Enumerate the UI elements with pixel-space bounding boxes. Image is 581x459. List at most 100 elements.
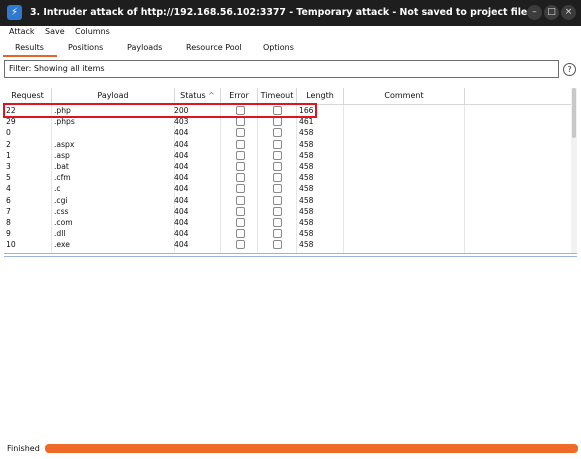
header-status-label: Status xyxy=(180,91,206,100)
error-checkbox[interactable] xyxy=(236,173,245,183)
cell-request: 1 xyxy=(6,150,11,160)
cell-request: 3 xyxy=(6,162,11,171)
timeout-checkbox[interactable] xyxy=(273,195,282,205)
tab-payloads[interactable]: Payloads xyxy=(127,43,162,52)
cell-length: 458 xyxy=(299,139,314,149)
request-response-pane xyxy=(4,257,577,437)
cell-status: 404 xyxy=(174,139,189,149)
cell-request: 4 xyxy=(6,184,11,194)
table-row[interactable]: 8 .com 404 458 xyxy=(4,217,571,228)
filter-label: Filter: Showing all items xyxy=(9,64,105,73)
cell-request: 9 xyxy=(6,229,11,239)
cell-payload: .asp xyxy=(54,150,70,160)
timeout-checkbox[interactable] xyxy=(273,117,282,127)
table-row[interactable]: 10 .exe 404 458 xyxy=(4,239,571,250)
header-length[interactable]: Length xyxy=(297,88,344,104)
table-row[interactable]: 1 .asp 404 458 xyxy=(4,150,571,161)
maximize-icon[interactable]: □ xyxy=(544,5,559,20)
timeout-checkbox[interactable] xyxy=(273,150,282,160)
cell-length: 458 xyxy=(299,150,314,160)
error-checkbox[interactable] xyxy=(236,240,245,250)
cell-payload: .exe xyxy=(54,240,70,250)
header-comment[interactable]: Comment xyxy=(344,88,465,104)
table-row[interactable]: 5 .cfm 404 458 xyxy=(4,172,571,183)
cell-payload: .cgi xyxy=(54,195,68,205)
error-checkbox[interactable] xyxy=(236,229,245,239)
timeout-checkbox[interactable] xyxy=(273,173,282,183)
progress-fill xyxy=(45,444,578,453)
cell-length: 458 xyxy=(299,240,314,250)
status-text: Finished xyxy=(7,444,40,453)
pane-divider[interactable] xyxy=(4,253,577,254)
error-checkbox[interactable] xyxy=(236,117,245,127)
header-error[interactable]: Error xyxy=(221,88,258,104)
cell-length: 458 xyxy=(299,229,314,239)
cell-length: 458 xyxy=(299,218,314,227)
table-row[interactable]: 7 .css 404 458 xyxy=(4,206,571,217)
timeout-checkbox[interactable] xyxy=(273,162,282,171)
cell-request: 8 xyxy=(6,218,11,227)
header-status[interactable]: Status ^ xyxy=(175,88,221,104)
table-row[interactable]: 2 .aspx 404 458 xyxy=(4,139,571,150)
cell-length: 458 xyxy=(299,128,314,138)
header-payload[interactable]: Payload xyxy=(52,88,175,104)
error-checkbox[interactable] xyxy=(236,206,245,216)
error-checkbox[interactable] xyxy=(236,162,245,171)
timeout-checkbox[interactable] xyxy=(273,229,282,239)
burp-lightning-icon: ⚡ xyxy=(7,5,22,20)
timeout-checkbox[interactable] xyxy=(273,139,282,149)
table-row[interactable]: 4 .c 404 458 xyxy=(4,183,571,194)
cell-request: 0 xyxy=(6,128,11,138)
cell-payload: .bat xyxy=(54,162,69,171)
cell-request: 6 xyxy=(6,195,11,205)
cell-request: 7 xyxy=(6,206,11,216)
tab-resource-pool[interactable]: Resource Pool xyxy=(186,43,242,52)
cell-request: 10 xyxy=(6,240,16,250)
cell-payload: .cfm xyxy=(54,173,71,183)
status-bar: Finished xyxy=(0,441,581,459)
table-row[interactable]: 3 .bat 404 458 xyxy=(4,161,571,172)
tab-results[interactable]: Results xyxy=(15,43,44,52)
table-row[interactable]: 0 404 458 xyxy=(4,127,571,138)
timeout-checkbox[interactable] xyxy=(273,206,282,216)
timeout-checkbox[interactable] xyxy=(273,218,282,227)
error-checkbox[interactable] xyxy=(236,150,245,160)
error-checkbox[interactable] xyxy=(236,218,245,227)
cell-length: 458 xyxy=(299,184,314,194)
header-request[interactable]: Request xyxy=(4,88,52,104)
cell-status: 404 xyxy=(174,206,189,216)
cell-status: 404 xyxy=(174,218,189,227)
close-icon[interactable]: × xyxy=(561,5,576,20)
help-icon[interactable]: ? xyxy=(563,63,576,76)
cell-payload: .dll xyxy=(54,229,66,239)
cell-status: 404 xyxy=(174,128,189,138)
cell-status: 404 xyxy=(174,229,189,239)
error-checkbox[interactable] xyxy=(236,184,245,194)
header-timeout[interactable]: Timeout xyxy=(258,88,297,104)
cell-status: 404 xyxy=(174,150,189,160)
tab-options[interactable]: Options xyxy=(263,43,294,52)
error-checkbox[interactable] xyxy=(236,195,245,205)
tab-bar: Results Positions Payloads Resource Pool… xyxy=(0,39,581,57)
vertical-scrollbar[interactable] xyxy=(571,88,577,253)
filter-bar[interactable]: Filter: Showing all items xyxy=(4,60,559,78)
cell-length: 458 xyxy=(299,195,314,205)
cell-status: 404 xyxy=(174,162,189,171)
timeout-checkbox[interactable] xyxy=(273,184,282,194)
timeout-checkbox[interactable] xyxy=(273,240,282,250)
minimize-icon[interactable]: – xyxy=(527,5,542,20)
highlight-annotation xyxy=(3,103,317,118)
scroll-thumb[interactable] xyxy=(572,88,576,138)
tab-positions[interactable]: Positions xyxy=(68,43,103,52)
table-row[interactable]: 6 .cgi 404 458 xyxy=(4,195,571,206)
timeout-checkbox[interactable] xyxy=(273,128,282,138)
error-checkbox[interactable] xyxy=(236,139,245,149)
error-checkbox[interactable] xyxy=(236,128,245,138)
menu-save[interactable]: Save xyxy=(45,27,65,36)
table-row[interactable]: 9 .dll 404 458 xyxy=(4,228,571,239)
menu-columns[interactable]: Columns xyxy=(75,27,110,36)
title-bar[interactable]: ⚡ 3. Intruder attack of http://192.168.5… xyxy=(0,0,581,26)
menu-attack[interactable]: Attack xyxy=(9,27,35,36)
intruder-window: ⚡ 3. Intruder attack of http://192.168.5… xyxy=(0,0,581,459)
cell-payload: .c xyxy=(54,184,61,194)
